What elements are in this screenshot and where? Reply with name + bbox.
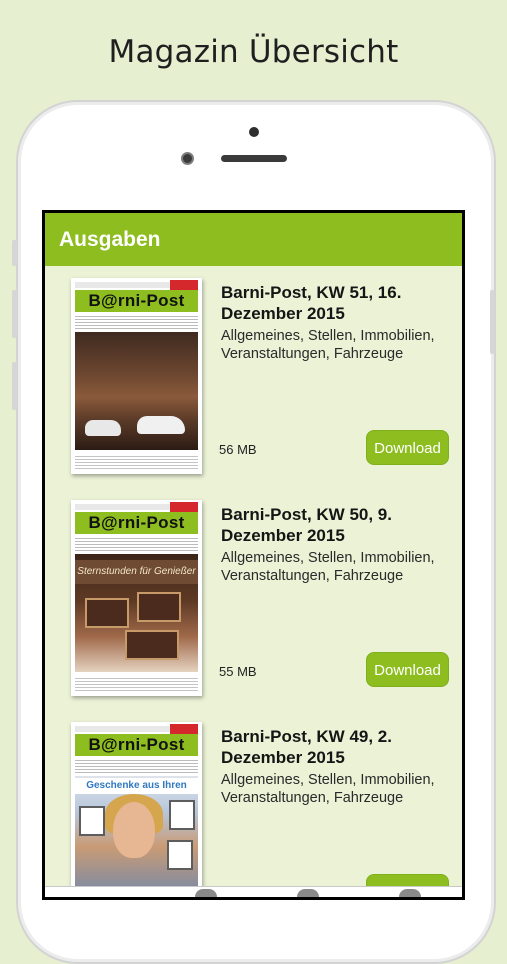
cover-chocolate-box — [85, 598, 129, 628]
cover-logo: B@rni-Post — [75, 290, 198, 312]
cover-logo: B@rni-Post — [75, 734, 198, 756]
nav-title: Ausgaben — [59, 227, 161, 251]
cover-photo-frame — [169, 800, 195, 830]
issue-row[interactable]: B@rni-Post Sternstunden für Genießer Bar… — [45, 488, 462, 698]
issue-categories: Allgemeines, Stellen, Immobilien, Verans… — [221, 550, 435, 584]
tab-bar — [45, 886, 462, 897]
navigation-bar: Ausgaben — [45, 213, 462, 266]
cover-chocolate-box — [125, 630, 179, 660]
cover-photo-frame — [79, 806, 105, 836]
phone-speaker — [221, 155, 287, 162]
cover-logo: B@rni-Post — [75, 512, 198, 534]
phone-volume-down — [12, 362, 17, 410]
cover-photo: Geschenke aus Ihren Fotos — [75, 776, 198, 894]
phone-screen: Ausgaben B@rni-Post Barni-Post, KW 51, 1… — [42, 210, 465, 900]
issue-cover[interactable]: B@rni-Post Sternstunden für Genießer — [71, 500, 202, 696]
cover-toy-car — [137, 416, 185, 434]
issue-title: Barni-Post, KW 50, 9. Dezember 2015 — [221, 505, 392, 545]
cover-person-face — [113, 802, 155, 858]
issue-categories: Allgemeines, Stellen, Immobilien, Verans… — [221, 772, 435, 806]
issue-info: Barni-Post, KW 49, 2. Dezember 2015 Allg… — [221, 726, 457, 807]
issue-title: Barni-Post, KW 49, 2. Dezember 2015 — [221, 727, 392, 767]
cover-chocolate-box — [137, 592, 181, 622]
issue-info: Barni-Post, KW 50, 9. Dezember 2015 Allg… — [221, 504, 457, 585]
cover-footer-lines — [75, 676, 198, 692]
page-headline: Magazin Übersicht — [108, 34, 399, 70]
cover-text-lines — [75, 758, 198, 774]
issue-cover[interactable]: B@rni-Post — [71, 278, 202, 474]
phone-power-button — [490, 290, 495, 354]
tab-icon[interactable] — [297, 889, 319, 897]
cover-photo — [75, 332, 198, 450]
cover-text-lines — [75, 536, 198, 552]
app-screen: Ausgaben B@rni-Post Barni-Post, KW 51, 1… — [45, 213, 462, 897]
download-button[interactable]: Download — [366, 430, 449, 465]
download-button[interactable]: Download — [366, 652, 449, 687]
cover-banner: Geschenke aus Ihren Fotos — [75, 778, 198, 807]
tab-icon[interactable] — [399, 889, 421, 897]
issue-file-size: 55 MB — [219, 664, 257, 679]
cover-toy-car — [85, 420, 121, 436]
cover-footer-lines — [75, 454, 198, 470]
issue-categories: Allgemeines, Stellen, Immobilien, Verans… — [221, 328, 435, 362]
cover-photo: Sternstunden für Genießer — [75, 554, 198, 672]
phone-sensor — [249, 127, 259, 137]
issue-row[interactable]: B@rni-Post Barni-Post, KW 51, 16. Dezemb… — [45, 266, 462, 476]
issue-cover[interactable]: B@rni-Post Geschenke aus Ihren Fotos — [71, 722, 202, 897]
phone-camera — [181, 152, 194, 165]
issue-title: Barni-Post, KW 51, 16. Dezember 2015 — [221, 283, 402, 323]
cover-banner: Sternstunden für Genießer — [75, 560, 198, 584]
issue-file-size: 56 MB — [219, 442, 257, 457]
issue-info: Barni-Post, KW 51, 16. Dezember 2015 All… — [221, 282, 457, 363]
cover-text-lines — [75, 314, 198, 330]
cover-photo-frame — [167, 840, 193, 870]
issue-row[interactable]: B@rni-Post Geschenke aus Ihren Fotos Bar… — [45, 710, 462, 897]
phone-mute-switch — [12, 240, 17, 266]
tab-icon[interactable] — [195, 889, 217, 897]
phone-volume-up — [12, 290, 17, 338]
